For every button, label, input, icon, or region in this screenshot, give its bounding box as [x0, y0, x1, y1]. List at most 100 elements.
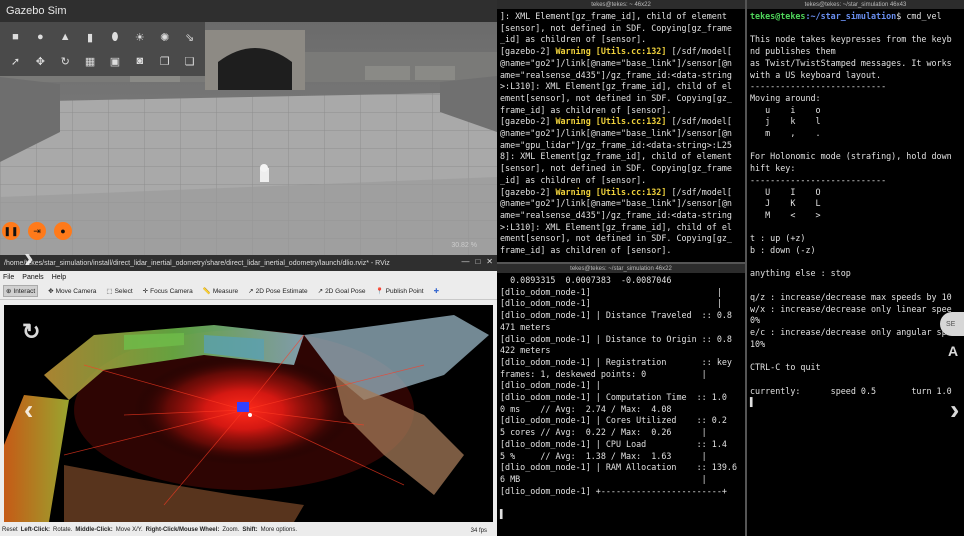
sphere-icon[interactable]: ● — [29, 26, 52, 48]
menu-panels[interactable]: Panels — [22, 274, 43, 281]
status-left-click-val: Rotate. — [53, 527, 73, 533]
gazebo-title: Gazebo Sim — [6, 5, 67, 17]
tool-interact[interactable]: ⊕ Interact — [3, 285, 39, 297]
terminal-line: @name="go2"]/link[@name="base_link"]/sen… — [500, 198, 732, 209]
reset-button[interactable]: ● — [54, 222, 72, 240]
terminal-line: [dlio_odom_node-1] | — [500, 286, 722, 297]
status-shift-val: More options. — [260, 527, 298, 533]
terminal-line: >:L310]: XML Element[gz_frame_id], child… — [500, 221, 732, 232]
rviz-titlebar: /home/tekes/star_simulation/install/dire… — [0, 255, 497, 271]
prompt-path: :~/star_simulation — [805, 11, 897, 21]
next-arrow-icon[interactable]: › — [24, 244, 33, 272]
rviz-3d-view[interactable] — [4, 305, 493, 522]
terminal-title: tekes@tekes: ~/star_simulation 46x22 — [497, 264, 745, 273]
terminal-line: >:L310]: XML Element[gz_frame_id], child… — [500, 81, 732, 92]
grid-icon[interactable]: ▦ — [79, 50, 102, 72]
terminal-dlio[interactable]: tekes@tekes: ~/star_simulation 46x22 0.0… — [497, 262, 745, 536]
rotate-icon[interactable]: ↻ — [54, 50, 77, 72]
terminal-line: ▌ — [500, 509, 506, 520]
side-pill-button[interactable]: SE — [940, 312, 964, 336]
terminal-gazebo[interactable]: tekes@tekes: ~ 46x22 ]: XML Element[gz_f… — [497, 0, 745, 262]
tool-2d-pose-estimate[interactable]: ↗ 2D Pose Estimate — [248, 287, 307, 296]
tool-publish-point[interactable]: 📍 Publish Point — [376, 287, 424, 296]
terminal-line: ame="gpu_lidar"]/gz_frame_id:<data-strin… — [500, 139, 732, 150]
side-next-arrow-icon[interactable]: › — [950, 396, 959, 424]
terminal-line: frames: 1, deskewed points: 0 | — [500, 368, 707, 379]
status-left-click-key: Left-Click: — [20, 527, 51, 533]
status-right-click-key: Right-Click/Mouse Wheel: — [145, 527, 220, 533]
minimize-icon[interactable]: — — [461, 257, 469, 266]
capsule-icon[interactable]: ⬮ — [104, 26, 127, 48]
fps-counter: 34 fps — [470, 528, 487, 534]
prev-arrow-icon[interactable]: ‹ — [24, 396, 33, 424]
translate-icon[interactable]: ✥ — [29, 50, 52, 72]
rviz-window: /home/tekes/star_simulation/install/dire… — [0, 255, 497, 536]
cylinder-icon[interactable]: ▮ — [79, 26, 102, 48]
tool-measure[interactable]: 📏 Measure — [203, 287, 239, 296]
terminal-line: q/z : increase/decrease max speeds by 10 — [750, 291, 952, 302]
rviz-title: /home/tekes/star_simulation/install/dire… — [4, 259, 390, 267]
paste-icon[interactable]: ❏ — [178, 50, 201, 72]
spot-light-icon[interactable]: ✺ — [153, 26, 176, 48]
refresh-icon[interactable]: ↻ — [22, 321, 40, 343]
box-icon[interactable]: ■ — [4, 26, 27, 48]
maximize-icon[interactable]: □ — [475, 257, 480, 266]
tool-label: Move Camera — [55, 287, 97, 295]
terminal-line: j k l — [750, 116, 821, 127]
interact-icon: ⊕ — [6, 288, 12, 295]
terminal-line: [sensor], not defined in SDF. Copying[gz… — [500, 163, 732, 174]
play-pause-button[interactable]: ❚❚ — [2, 222, 20, 240]
reset-button[interactable]: Reset — [2, 527, 18, 533]
status-middle-click-key: Middle-Click: — [75, 527, 113, 533]
terminal-line: frame_id] as children of [sensor]. — [500, 245, 672, 256]
step-button[interactable]: ⇥ — [28, 222, 46, 240]
terminal-line: This node takes keypresses from the keyb — [750, 34, 952, 45]
terminal-line: with a US keyboard layout. — [750, 69, 882, 80]
gazebo-playback-controls: ❚❚ ⇥ ● — [0, 222, 72, 240]
robot-marker — [237, 402, 249, 412]
terminal-line: b : down (-z) — [750, 245, 816, 256]
tool-label: Measure — [212, 287, 239, 295]
side-letter: A — [948, 343, 959, 359]
focus-camera-icon: ✛ — [142, 288, 149, 295]
tool-select[interactable]: ⬚ Select — [106, 287, 132, 296]
directional-light-icon[interactable]: ⇘ — [178, 26, 201, 48]
cone-icon[interactable]: ▲ — [54, 26, 77, 48]
terminal-line: [dlio_odom_node-1] | — [500, 298, 722, 309]
terminal-line: m , . — [750, 128, 821, 139]
camera-icon[interactable]: ◙ — [128, 50, 151, 72]
terminal-line: hift key: — [750, 163, 796, 174]
sun-icon[interactable]: ☀ — [128, 26, 151, 48]
image-icon[interactable]: ▣ — [104, 50, 127, 72]
tool-move-camera[interactable]: ✥ Move Camera — [48, 287, 97, 296]
add-tool-icon[interactable]: ✚ — [434, 287, 439, 295]
prompt-command: $ cmd_vel — [896, 11, 942, 21]
terminal-line: For Holonomic mode (strafing), hold down — [750, 151, 952, 162]
2d-goal-pose-icon: ↗ — [317, 288, 324, 295]
terminal-line: e/c : increase/decrease only angular spe — [750, 326, 952, 337]
status-right-click-val: Zoom. — [222, 527, 240, 533]
terminal-title: tekes@tekes: ~ 46x22 — [497, 0, 745, 9]
copy-icon[interactable]: ❐ — [153, 50, 176, 72]
select-icon[interactable]: ➚ — [4, 50, 27, 72]
terminal-line: 422 meters — [500, 345, 551, 356]
prompt-user: tekes@tekes — [750, 11, 806, 21]
terminal-line: 0 ms // Avg: 2.74 / Max: 4.08 — [500, 403, 672, 414]
move-camera-icon: ✥ — [48, 288, 54, 295]
step-icon: ⇥ — [33, 225, 41, 236]
terminal-line: --------------------------- — [750, 81, 887, 92]
terminal-teleop[interactable]: tekes@tekes: ~/star_simulation 46x43 tek… — [745, 0, 964, 536]
menu-file[interactable]: File — [3, 274, 14, 281]
tool-label: Focus Camera — [150, 287, 193, 295]
terminal-line: 5 cores // Avg: 0.22 / Max: 0.26 | — [500, 427, 707, 438]
terminal-line: [dlio_odom_node-1] | — [500, 380, 601, 391]
terminal-output: 0.0893315 0.0007383 -0.0087046 [dlio_odom… — [497, 273, 745, 523]
tool-2d-goal-pose[interactable]: ↗ 2D Goal Pose — [317, 287, 366, 296]
terminal-line: as Twist/TwistStamped messages. It works — [750, 57, 952, 68]
close-icon[interactable]: ✕ — [486, 257, 493, 266]
tool-label: Interact — [13, 287, 36, 295]
terminal-output: tekes@tekes:~/star_simulation$ cmd_vel T… — [747, 9, 964, 411]
tool-focus-camera[interactable]: ✛ Focus Camera — [142, 287, 193, 296]
terminal-line: [sensor], not defined in SDF. Copying[gz… — [500, 22, 732, 33]
menu-help[interactable]: Help — [52, 274, 66, 281]
